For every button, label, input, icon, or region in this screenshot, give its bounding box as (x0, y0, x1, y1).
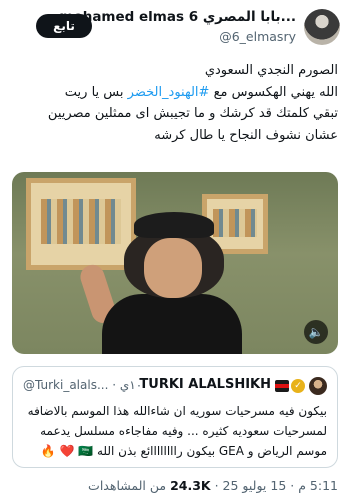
video-person (77, 212, 252, 354)
tweet-meta: 5:11 م · 15 يوليو 25 · 24.3K من المشاهدا… (88, 478, 338, 493)
meta-separator: · (210, 478, 219, 493)
views-label: من المشاهدات (88, 478, 167, 493)
quoted-line-1: بيكون فيه مسرحيات سوريه ان شاءالله هذا ا… (27, 404, 327, 418)
hashtag-link[interactable]: #الهنود_الخضر (128, 85, 210, 100)
quoted-tweet-text: بيكون فيه مسرحيات سوريه ان شاءالله هذا ا… (21, 401, 327, 461)
tweet-line-2: الله يهني الهكسوس مع #الهنود_الخضر بس يا… (8, 82, 338, 104)
tweet-text: الصورم النجدي السعودي الله يهني الهكسوس … (8, 60, 338, 146)
verified-badge-icon: ✓ (291, 379, 305, 393)
tweet-line-2-pre: الله يهني الهكسوس مع (209, 84, 338, 100)
tweet-line-4: عشان نشوف النجاح يا طال كرشه (154, 127, 338, 143)
affiliation-flag-icon (275, 380, 289, 392)
tweet-line-3: تبقي كلمتك قد كرشك و ما تجيبش اى ممثلين … (47, 106, 338, 121)
author-avatar[interactable] (304, 9, 340, 45)
views-count: 24.3K (170, 478, 211, 493)
tweet-line-2-post: بس يا ريت (64, 84, 128, 100)
author-handle[interactable]: @6_elmasry (219, 29, 296, 44)
tweet-timestamp[interactable]: 5:11 م · 15 يوليو 25 (223, 478, 338, 493)
tweet-video[interactable]: 🔈 (12, 172, 338, 354)
tweet-line-1: الصورم النجدي السعودي (204, 63, 338, 78)
quoted-line-3: موسم الرياض و GEA بيكون راااااااائع بذن … (40, 444, 327, 458)
quoted-author-avatar[interactable] (309, 377, 327, 395)
author-display-name[interactable]: mohamed elmas 6 بابا المصري... (59, 9, 296, 25)
quoted-author-handle[interactable]: @Turki_alals... · ١٠ي (23, 378, 142, 392)
quoted-line-2: لمسرحيات سعوديه كثيره ... وفيه مفاجاءه م… (40, 424, 327, 438)
quoted-tweet[interactable]: ✓ TURKI ALALSHIKH @Turki_alals... · ١٠ي … (12, 366, 338, 468)
quoted-author-name[interactable]: TURKI ALALSHIKH (139, 377, 271, 392)
tweet-header: mohamed elmas 6 بابا المصري... @6_elmasr… (0, 0, 348, 56)
mute-icon[interactable]: 🔈 (304, 320, 328, 344)
follow-button[interactable]: تابع (36, 14, 92, 38)
